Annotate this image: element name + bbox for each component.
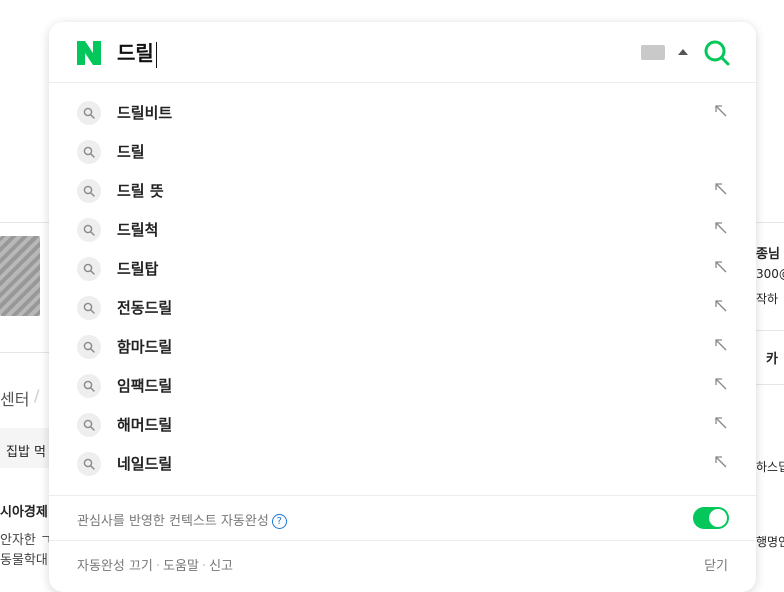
text-caret bbox=[155, 41, 157, 68]
bg-divider bbox=[0, 352, 49, 353]
bg-divider bbox=[0, 222, 49, 223]
suggestion-item[interactable]: 네일드릴 bbox=[49, 445, 756, 484]
report-link[interactable]: 신고 bbox=[209, 559, 233, 574]
suggestion-label: 임팩드릴 bbox=[117, 377, 173, 395]
suggestion-label: 네일드릴 bbox=[117, 455, 173, 473]
bg-text: 하스딥 bbox=[756, 460, 784, 474]
close-button[interactable]: 닫기 bbox=[704, 555, 728, 574]
autocomplete-panel: 드릴 드릴비트 드릴 드릴 뜻 드릴척 드릴탑 전동드릴 함마드릴 임팩드릴 해머드릴 네일드릴 … bbox=[49, 22, 756, 592]
suggestion-item[interactable]: 드릴 bbox=[49, 133, 756, 172]
bg-product-image bbox=[0, 236, 40, 316]
help-link[interactable]: 도움말 bbox=[163, 559, 199, 574]
bg-text: 카 bbox=[766, 352, 778, 367]
search-icon bbox=[77, 335, 101, 359]
context-autocomplete-label: 관심사를 반영한 컨텍스트 자동완성 bbox=[77, 514, 269, 529]
bg-text: 300@ bbox=[756, 267, 784, 281]
bg-text: 센터 bbox=[0, 390, 30, 409]
search-icon bbox=[77, 452, 101, 476]
search-icon bbox=[77, 140, 101, 164]
bg-text: 작하 bbox=[756, 292, 779, 306]
footer-separator: · bbox=[201, 559, 207, 574]
search-icon bbox=[77, 218, 101, 242]
suggestion-label: 드릴탑 bbox=[117, 260, 159, 278]
bg-divider bbox=[756, 330, 784, 331]
fill-query-arrow-icon[interactable] bbox=[715, 222, 727, 234]
search-query-text: 드릴 bbox=[117, 41, 154, 65]
bg-text: 집밥 먹 bbox=[6, 445, 47, 460]
suggestion-item[interactable]: 해머드릴 bbox=[49, 406, 756, 445]
bg-text: / bbox=[34, 386, 40, 405]
search-icon bbox=[77, 413, 101, 437]
search-icon bbox=[77, 374, 101, 398]
context-autocomplete-row: 관심사를 반영한 컨텍스트 자동완성? bbox=[49, 495, 756, 541]
keyboard-icon[interactable] bbox=[641, 45, 665, 60]
bg-text: 시아경제 bbox=[0, 505, 48, 520]
fill-query-arrow-icon[interactable] bbox=[715, 378, 727, 390]
fill-query-arrow-icon[interactable] bbox=[715, 105, 727, 117]
search-bar: 드릴 bbox=[49, 22, 756, 83]
collapse-arrow-icon[interactable] bbox=[678, 49, 688, 55]
suggestion-item[interactable]: 임팩드릴 bbox=[49, 367, 756, 406]
fill-query-arrow-icon[interactable] bbox=[715, 183, 727, 195]
search-icon bbox=[77, 179, 101, 203]
fill-query-arrow-icon[interactable] bbox=[715, 261, 727, 273]
suggestion-item[interactable]: 드릴비트 bbox=[49, 94, 756, 133]
search-icon bbox=[77, 296, 101, 320]
naver-logo-icon[interactable] bbox=[76, 40, 102, 66]
search-icon bbox=[77, 101, 101, 125]
suggestion-list: 드릴비트드릴드릴 뜻드릴척드릴탑전동드릴함마드릴임팩드릴해머드릴네일드릴 bbox=[49, 94, 756, 484]
search-input[interactable]: 드릴 bbox=[117, 39, 157, 68]
suggestion-label: 드릴 bbox=[117, 143, 145, 161]
bg-text: 종님 bbox=[756, 247, 780, 262]
fill-query-arrow-icon[interactable] bbox=[715, 339, 727, 351]
fill-query-arrow-icon[interactable] bbox=[715, 456, 727, 468]
suggestion-item[interactable]: 드릴척 bbox=[49, 211, 756, 250]
suggestion-label: 드릴척 bbox=[117, 221, 159, 239]
footer-links: 자동완성 끄기 · 도움말 · 신고 bbox=[77, 555, 233, 574]
suggestion-label: 해머드릴 bbox=[117, 416, 173, 434]
suggestion-item[interactable]: 함마드릴 bbox=[49, 328, 756, 367]
suggestion-label: 드릴비트 bbox=[117, 104, 173, 122]
fill-query-arrow-icon[interactable] bbox=[715, 417, 727, 429]
fill-query-arrow-icon[interactable] bbox=[715, 300, 727, 312]
toggle-knob bbox=[709, 509, 727, 527]
suggestion-item[interactable]: 드릴 뜻 bbox=[49, 172, 756, 211]
autocomplete-off-link[interactable]: 자동완성 끄기 bbox=[77, 559, 153, 574]
suggestion-label: 드릴 뜻 bbox=[117, 182, 164, 200]
bg-text: 안자한 ㄱ bbox=[0, 533, 52, 548]
info-icon[interactable]: ? bbox=[271, 514, 287, 529]
suggestion-item[interactable]: 드릴탑 bbox=[49, 250, 756, 289]
search-button[interactable] bbox=[703, 39, 731, 67]
bg-text: 동물학대 bbox=[0, 553, 48, 568]
bg-divider bbox=[756, 384, 784, 385]
suggestion-label: 함마드릴 bbox=[117, 338, 173, 356]
bg-divider bbox=[756, 222, 784, 223]
context-autocomplete-toggle[interactable] bbox=[693, 507, 729, 529]
autocomplete-footer: 자동완성 끄기 · 도움말 · 신고 닫기 bbox=[49, 540, 756, 586]
footer-separator: · bbox=[155, 559, 161, 574]
context-autocomplete-label-wrap: 관심사를 반영한 컨텍스트 자동완성? bbox=[77, 510, 287, 529]
bg-text: 행명인 bbox=[756, 535, 784, 549]
suggestion-item[interactable]: 전동드릴 bbox=[49, 289, 756, 328]
search-icon bbox=[77, 257, 101, 281]
suggestion-label: 전동드릴 bbox=[117, 299, 173, 317]
